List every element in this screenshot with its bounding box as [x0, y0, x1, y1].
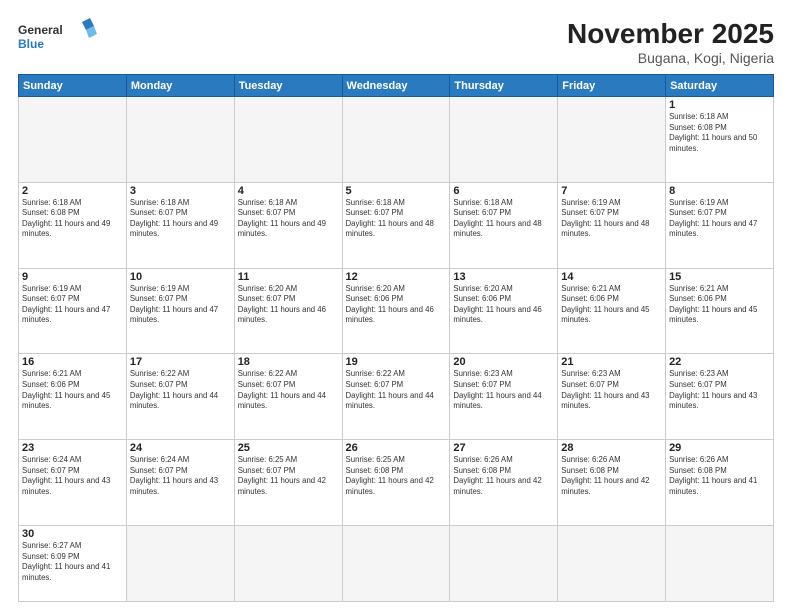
day-4: 4 Sunrise: 6:18 AM Sunset: 6:07 PM Dayli…: [234, 182, 342, 268]
empty-cell: [558, 526, 666, 602]
day-2-sunset: Sunset: 6:08 PM: [22, 208, 80, 217]
day-26: 26 Sunrise: 6:25 AM Sunset: 6:08 PM Dayl…: [342, 440, 450, 526]
day-30: 30 Sunrise: 6:27 AM Sunset: 6:09 PM Dayl…: [19, 526, 127, 602]
page: General Blue November 2025 Bugana, Kogi,…: [0, 0, 792, 612]
week-row-4: 16 Sunrise: 6:21 AM Sunset: 6:06 PM Dayl…: [19, 354, 774, 440]
empty-cell: [558, 97, 666, 183]
day-23: 23 Sunrise: 6:24 AM Sunset: 6:07 PM Dayl…: [19, 440, 127, 526]
day-14: 14 Sunrise: 6:21 AM Sunset: 6:06 PM Dayl…: [558, 268, 666, 354]
svg-text:General: General: [18, 23, 63, 37]
empty-cell: [666, 526, 774, 602]
empty-cell: [126, 97, 234, 183]
day-22: 22 Sunrise: 6:23 AM Sunset: 6:07 PM Dayl…: [666, 354, 774, 440]
week-row-2: 2 Sunrise: 6:18 AM Sunset: 6:08 PM Dayli…: [19, 182, 774, 268]
day-1-sunrise: Sunrise: 6:18 AM: [669, 112, 728, 121]
empty-cell: [342, 526, 450, 602]
header-tuesday: Tuesday: [234, 75, 342, 97]
empty-cell: [342, 97, 450, 183]
logo: General Blue: [18, 18, 98, 56]
day-8: 8 Sunrise: 6:19 AM Sunset: 6:07 PM Dayli…: [666, 182, 774, 268]
calendar-table: Sunday Monday Tuesday Wednesday Thursday…: [18, 74, 774, 602]
day-27: 27 Sunrise: 6:26 AM Sunset: 6:08 PM Dayl…: [450, 440, 558, 526]
day-7: 7 Sunrise: 6:19 AM Sunset: 6:07 PM Dayli…: [558, 182, 666, 268]
header-monday: Monday: [126, 75, 234, 97]
day-21: 21 Sunrise: 6:23 AM Sunset: 6:07 PM Dayl…: [558, 354, 666, 440]
day-20: 20 Sunrise: 6:23 AM Sunset: 6:07 PM Dayl…: [450, 354, 558, 440]
empty-cell: [234, 97, 342, 183]
month-title: November 2025: [567, 18, 774, 50]
day-15: 15 Sunrise: 6:21 AM Sunset: 6:06 PM Dayl…: [666, 268, 774, 354]
title-block: November 2025 Bugana, Kogi, Nigeria: [567, 18, 774, 66]
empty-cell: [450, 97, 558, 183]
day-24: 24 Sunrise: 6:24 AM Sunset: 6:07 PM Dayl…: [126, 440, 234, 526]
day-11: 11 Sunrise: 6:20 AM Sunset: 6:07 PM Dayl…: [234, 268, 342, 354]
empty-cell: [19, 97, 127, 183]
day-19: 19 Sunrise: 6:22 AM Sunset: 6:07 PM Dayl…: [342, 354, 450, 440]
day-9: 9 Sunrise: 6:19 AM Sunset: 6:07 PM Dayli…: [19, 268, 127, 354]
header-wednesday: Wednesday: [342, 75, 450, 97]
day-3: 3 Sunrise: 6:18 AM Sunset: 6:07 PM Dayli…: [126, 182, 234, 268]
day-2-daylight: Daylight: 11 hours and 49 minutes.: [22, 219, 110, 239]
day-6: 6 Sunrise: 6:18 AM Sunset: 6:07 PM Dayli…: [450, 182, 558, 268]
day-16: 16 Sunrise: 6:21 AM Sunset: 6:06 PM Dayl…: [19, 354, 127, 440]
svg-text:Blue: Blue: [18, 37, 44, 51]
header-thursday: Thursday: [450, 75, 558, 97]
empty-cell: [234, 526, 342, 602]
day-2: 2 Sunrise: 6:18 AM Sunset: 6:08 PM Dayli…: [19, 182, 127, 268]
header: General Blue November 2025 Bugana, Kogi,…: [18, 18, 774, 66]
day-28: 28 Sunrise: 6:26 AM Sunset: 6:08 PM Dayl…: [558, 440, 666, 526]
day-5: 5 Sunrise: 6:18 AM Sunset: 6:07 PM Dayli…: [342, 182, 450, 268]
header-saturday: Saturday: [666, 75, 774, 97]
day-10: 10 Sunrise: 6:19 AM Sunset: 6:07 PM Dayl…: [126, 268, 234, 354]
header-sunday: Sunday: [19, 75, 127, 97]
day-17: 17 Sunrise: 6:22 AM Sunset: 6:07 PM Dayl…: [126, 354, 234, 440]
header-friday: Friday: [558, 75, 666, 97]
empty-cell: [450, 526, 558, 602]
day-1: 1 Sunrise: 6:18 AM Sunset: 6:08 PM Dayli…: [666, 97, 774, 183]
day-13: 13 Sunrise: 6:20 AM Sunset: 6:06 PM Dayl…: [450, 268, 558, 354]
subtitle: Bugana, Kogi, Nigeria: [567, 50, 774, 66]
day-18: 18 Sunrise: 6:22 AM Sunset: 6:07 PM Dayl…: [234, 354, 342, 440]
week-row-1: 1 Sunrise: 6:18 AM Sunset: 6:08 PM Dayli…: [19, 97, 774, 183]
day-25: 25 Sunrise: 6:25 AM Sunset: 6:07 PM Dayl…: [234, 440, 342, 526]
week-row-6: 30 Sunrise: 6:27 AM Sunset: 6:09 PM Dayl…: [19, 526, 774, 602]
day-1-daylight: Daylight: 11 hours and 50 minutes.: [669, 133, 757, 153]
empty-cell: [126, 526, 234, 602]
weekday-header-row: Sunday Monday Tuesday Wednesday Thursday…: [19, 75, 774, 97]
logo-svg: General Blue: [18, 18, 98, 56]
day-2-sunrise: Sunrise: 6:18 AM: [22, 198, 81, 207]
week-row-3: 9 Sunrise: 6:19 AM Sunset: 6:07 PM Dayli…: [19, 268, 774, 354]
day-1-sunset: Sunset: 6:08 PM: [669, 123, 727, 132]
day-12: 12 Sunrise: 6:20 AM Sunset: 6:06 PM Dayl…: [342, 268, 450, 354]
day-29: 29 Sunrise: 6:26 AM Sunset: 6:08 PM Dayl…: [666, 440, 774, 526]
week-row-5: 23 Sunrise: 6:24 AM Sunset: 6:07 PM Dayl…: [19, 440, 774, 526]
